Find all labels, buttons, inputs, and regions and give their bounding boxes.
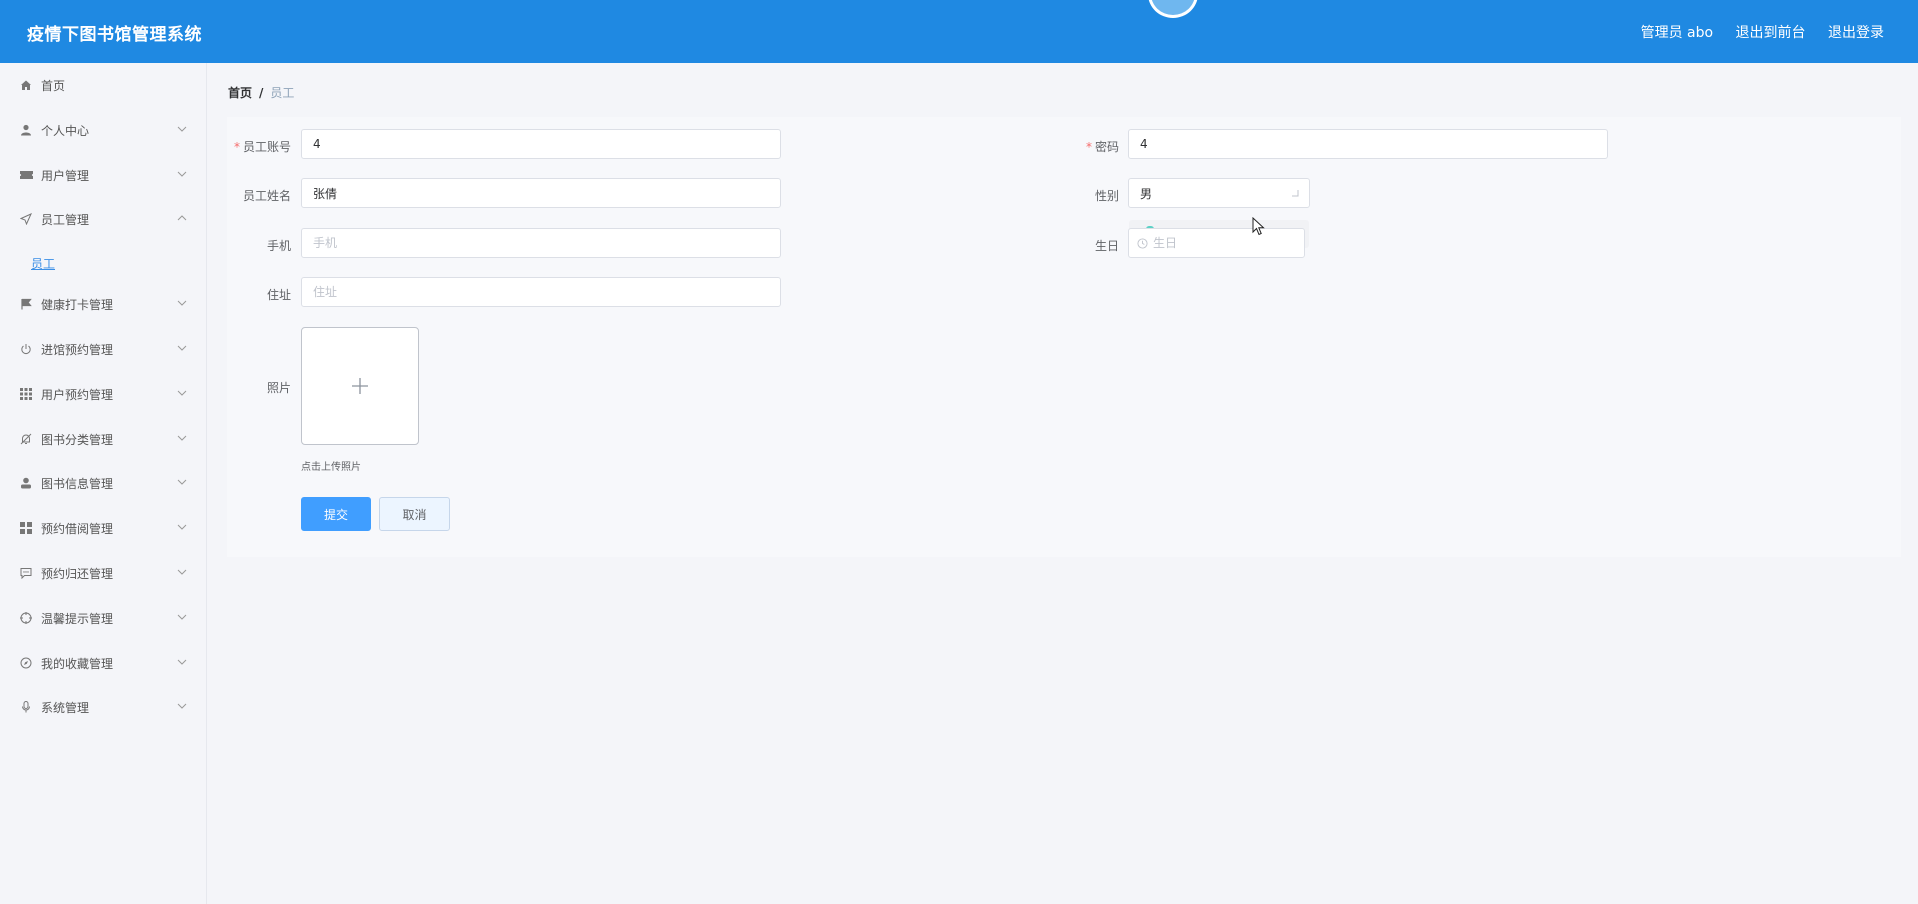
user-filled-icon <box>19 476 33 490</box>
bell-off-icon <box>19 432 33 446</box>
sidebar-item-label: 用户管理 <box>41 168 90 183</box>
birthday-label: 生日 <box>1094 239 1119 253</box>
breadcrumb-current: 员工 <box>270 86 295 100</box>
chevron-up-icon <box>177 215 187 221</box>
password-input[interactable] <box>1128 129 1608 159</box>
flag-icon <box>19 297 33 311</box>
sidebar-item-label: 温馨提示管理 <box>41 611 114 626</box>
aim-icon <box>19 611 33 625</box>
chevron-down-icon <box>177 300 187 306</box>
gender-label: 性别 <box>1094 189 1119 203</box>
sidebar-item-system[interactable]: 系统管理 <box>0 687 206 727</box>
clock-icon <box>1137 238 1148 249</box>
phone-label: 手机 <box>266 239 291 253</box>
account-input[interactable] <box>301 129 781 159</box>
header-actions: 管理员 abo 退出到前台 退出登录 <box>1623 22 1884 42</box>
sidebar-item-borrow-reservation[interactable]: 预约借阅管理 <box>0 508 206 548</box>
required-mark: * <box>233 140 240 154</box>
sidebar-item-reminder[interactable]: 温馨提示管理 <box>0 598 206 638</box>
photo-label: 照片 <box>266 381 291 395</box>
address-label: 住址 <box>266 288 291 302</box>
breadcrumb: 首页 / 员工 <box>228 84 294 101</box>
chevron-down-icon <box>177 390 187 396</box>
ticket-icon <box>19 168 33 182</box>
birthday-input[interactable] <box>1128 228 1305 258</box>
name-input[interactable] <box>301 178 781 208</box>
grid-icon <box>19 387 33 401</box>
top-header: 疫情下图书馆管理系统 管理员 abo 退出到前台 退出登录 <box>0 0 1918 63</box>
power-icon <box>19 342 33 356</box>
compass-icon <box>19 656 33 670</box>
sidebar-item-label: 预约借阅管理 <box>41 521 114 536</box>
mic-icon <box>19 700 33 714</box>
user-icon <box>19 123 33 137</box>
sidebar-item-staff-management[interactable]: 员工管理 <box>0 199 206 239</box>
sidebar-item-label: 系统管理 <box>41 700 90 715</box>
sidebar-item-home[interactable]: 首页 <box>0 65 206 105</box>
sidebar-item-label: 预约归还管理 <box>41 566 114 581</box>
sidebar-item-book-category[interactable]: 图书分类管理 <box>0 419 206 459</box>
chevron-down-icon <box>177 435 187 441</box>
chevron-down-icon <box>177 345 187 351</box>
sidebar-item-label: 健康打卡管理 <box>41 297 114 312</box>
avatar-circle <box>1148 0 1198 18</box>
chat-icon <box>19 566 33 580</box>
sidebar: 首页 个人中心 用户管理 员工管理 员工 健康打卡管理 进馆预约管理 用户预约管… <box>0 63 207 904</box>
chevron-down-icon <box>177 614 187 620</box>
sidebar-item-label: 图书信息管理 <box>41 476 114 491</box>
sidebar-item-user-reservation[interactable]: 用户预约管理 <box>0 374 206 414</box>
breadcrumb-separator: / <box>259 86 264 100</box>
chevron-down-icon <box>177 171 187 177</box>
name-label: 员工姓名 <box>242 189 291 203</box>
breadcrumb-home[interactable]: 首页 <box>228 86 252 100</box>
upload-tip: 点击上传照片 <box>301 462 361 473</box>
sidebar-item-label: 我的收藏管理 <box>41 656 114 671</box>
password-label: * 密码 <box>1049 138 1119 155</box>
sidebar-item-label: 用户预约管理 <box>41 387 114 402</box>
required-mark: * <box>1085 140 1092 154</box>
sidebar-item-user-management[interactable]: 用户管理 <box>0 155 206 195</box>
account-label-text: 员工账号 <box>242 140 291 154</box>
logout-link[interactable]: 退出登录 <box>1828 25 1884 41</box>
password-label-text: 密码 <box>1094 140 1119 154</box>
photo-uploader[interactable] <box>301 327 419 445</box>
sidebar-subitem-staff[interactable]: 员工 <box>31 255 55 272</box>
sidebar-item-personal-center[interactable]: 个人中心 <box>0 110 206 150</box>
sidebar-item-entry-reservation[interactable]: 进馆预约管理 <box>0 329 206 369</box>
sidebar-item-health-checkin[interactable]: 健康打卡管理 <box>0 284 206 324</box>
chevron-down-icon <box>177 479 187 485</box>
sidebar-item-label: 进馆预约管理 <box>41 342 114 357</box>
chevron-down-icon <box>177 659 187 665</box>
mouse-cursor-icon <box>1252 217 1265 236</box>
sidebar-item-label: 个人中心 <box>41 123 90 138</box>
phone-input[interactable] <box>301 228 781 258</box>
send-icon <box>19 212 33 226</box>
chevron-down-icon <box>177 126 187 132</box>
chevron-down-icon <box>177 703 187 709</box>
sidebar-item-label: 图书分类管理 <box>41 432 114 447</box>
admin-user-label: 管理员 abo <box>1640 25 1714 41</box>
gender-select[interactable] <box>1128 178 1310 208</box>
sidebar-item-label: 员工管理 <box>41 212 90 227</box>
sidebar-item-return-reservation[interactable]: 预约归还管理 <box>0 553 206 593</box>
account-label: * 员工账号 <box>221 138 291 155</box>
sidebar-item-label: 首页 <box>41 78 66 93</box>
chevron-down-icon <box>177 569 187 575</box>
submit-button[interactable]: 提交 <box>301 497 371 531</box>
address-input[interactable] <box>301 277 781 307</box>
sidebar-item-favorites[interactable]: 我的收藏管理 <box>0 643 206 683</box>
plus-icon <box>352 378 368 394</box>
select-arrow-icon <box>1292 190 1299 197</box>
menu-icon <box>19 521 33 535</box>
app-title: 疫情下图书馆管理系统 <box>27 25 202 45</box>
home-icon <box>19 78 33 92</box>
back-to-front-link[interactable]: 退出到前台 <box>1736 25 1806 41</box>
sidebar-item-book-info[interactable]: 图书信息管理 <box>0 463 206 503</box>
cancel-button[interactable]: 取消 <box>379 497 450 531</box>
chevron-down-icon <box>177 524 187 530</box>
